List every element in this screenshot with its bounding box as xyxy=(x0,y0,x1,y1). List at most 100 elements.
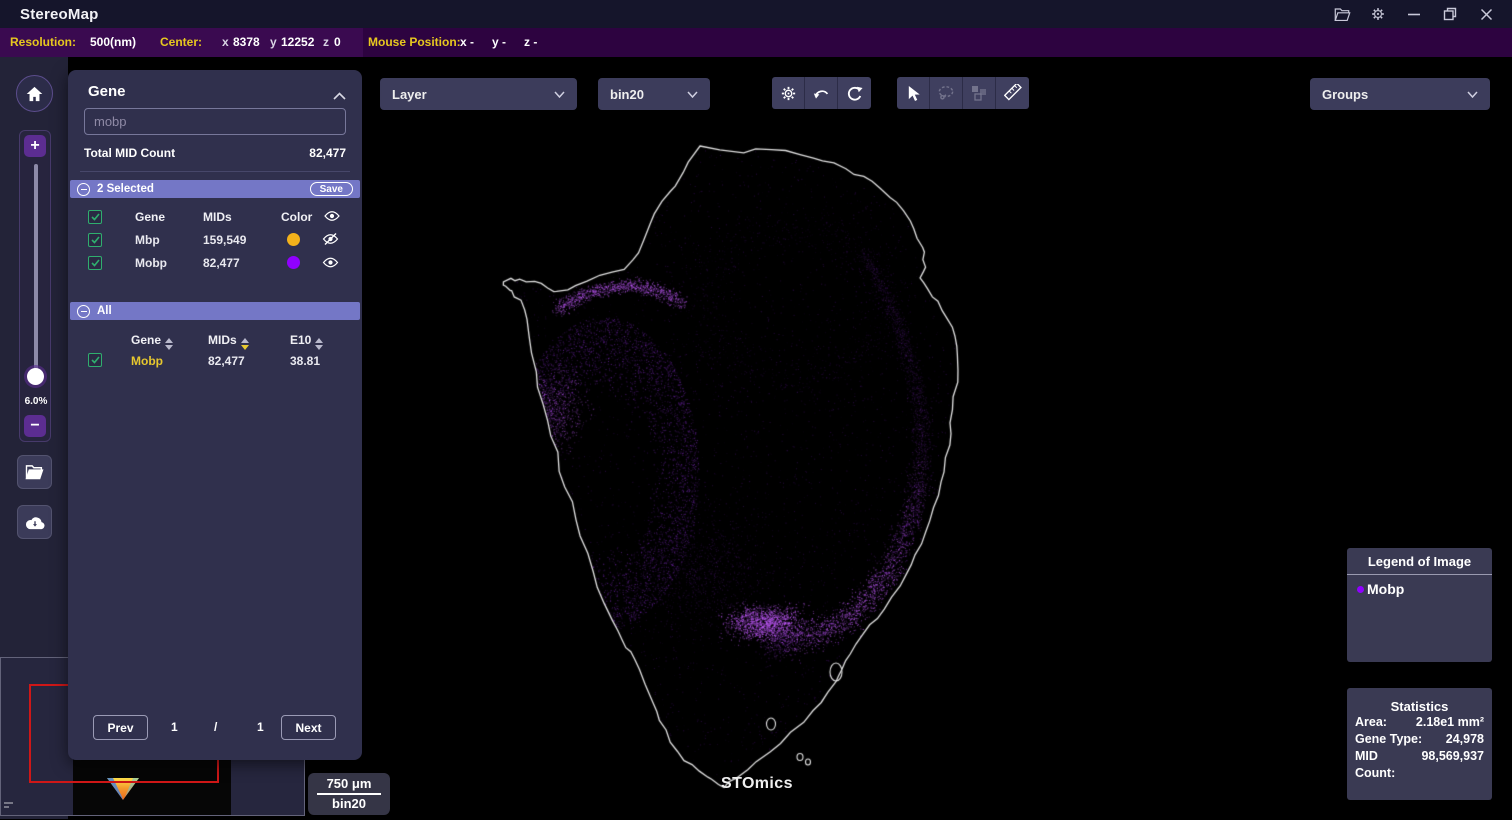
area-value: 2.18e1 mm² xyxy=(1416,714,1484,731)
center-z-label: z xyxy=(323,35,329,49)
group-tool-button[interactable] xyxy=(963,77,996,109)
selected-section-label: 2 Selected xyxy=(97,183,154,195)
all-section-header[interactable]: All xyxy=(70,302,360,320)
visibility-on-icon[interactable] xyxy=(322,256,339,272)
reset-view-button[interactable] xyxy=(838,77,871,109)
next-page-button[interactable]: Next xyxy=(281,715,336,740)
chevron-down-icon xyxy=(554,91,565,98)
total-mid-count-value: 82,477 xyxy=(309,146,346,160)
current-page-number: 1 xyxy=(171,720,178,734)
mouse-position-label: Mouse Position: xyxy=(368,35,461,49)
home-icon xyxy=(26,86,43,102)
title-bar: StereoMap xyxy=(0,0,1512,28)
selected-section-header[interactable]: 2 Selected Save xyxy=(70,180,360,198)
select-all-checkbox[interactable] xyxy=(88,210,102,224)
undo-button[interactable] xyxy=(805,77,838,109)
scale-bar: 750 μm bin20 xyxy=(308,773,390,815)
chevron-down-icon xyxy=(1467,91,1478,98)
collapse-section-icon[interactable] xyxy=(77,305,90,318)
view-tool-group xyxy=(772,77,871,109)
bin-dropdown-value: bin20 xyxy=(610,87,644,102)
gene-color-swatch[interactable] xyxy=(287,233,300,246)
selected-col-mids: MIDs xyxy=(203,210,232,224)
minimap-resize-handle[interactable] xyxy=(3,798,15,810)
app-title: StereoMap xyxy=(20,6,99,23)
scale-bar-length: 750 μm xyxy=(327,777,372,791)
bin-size-dropdown[interactable]: bin20 xyxy=(598,78,710,110)
gene-mids: 82,477 xyxy=(203,256,240,270)
legend-color-dot xyxy=(1357,586,1364,593)
center-x-value: 8378 xyxy=(233,35,260,49)
refresh-icon xyxy=(846,85,863,102)
gene-name: Mbp xyxy=(135,233,160,247)
total-mid-count-row: Total MID Count 82,477 xyxy=(84,146,346,160)
all-col-e10[interactable]: E10 xyxy=(290,333,323,350)
gene-row-checkbox[interactable] xyxy=(88,256,102,270)
display-settings-button[interactable] xyxy=(772,77,805,109)
image-viewer: Layer bin20 xyxy=(363,57,1512,819)
gene-search-input[interactable] xyxy=(84,108,346,135)
gene-color-swatch[interactable] xyxy=(287,256,300,269)
zoom-level-value: 6.0% xyxy=(20,396,52,407)
mid-count-label: MID Count: xyxy=(1355,748,1421,782)
center-z-value: 0 xyxy=(334,35,341,49)
selected-col-color: Color xyxy=(281,210,312,224)
legend-gene-name: Mobp xyxy=(1367,581,1404,597)
statistics-gene-type-row: Gene Type: 24,978 xyxy=(1347,731,1492,748)
groups-dropdown[interactable]: Groups xyxy=(1310,78,1490,110)
save-button[interactable]: Save xyxy=(310,182,353,196)
visibility-off-icon[interactable] xyxy=(322,232,339,249)
open-file-button[interactable] xyxy=(17,455,52,489)
center-y-value: 12252 xyxy=(281,35,314,49)
total-mid-count-label: Total MID Count xyxy=(84,146,175,160)
restore-window-icon[interactable] xyxy=(1440,4,1460,24)
lasso-icon xyxy=(937,85,955,101)
chevron-down-icon xyxy=(687,91,698,98)
gene-row-checkbox[interactable] xyxy=(88,233,102,247)
layer-dropdown[interactable]: Layer xyxy=(380,78,577,110)
all-col-mids[interactable]: MIDs xyxy=(208,333,249,350)
statistics-area-row: Area: 2.18e1 mm² xyxy=(1347,714,1492,731)
close-icon[interactable] xyxy=(1476,4,1496,24)
gene-name[interactable]: Mobp xyxy=(131,354,163,368)
visibility-column-eye-icon xyxy=(324,210,340,225)
zoom-out-button[interactable]: − xyxy=(24,415,46,437)
mouse-y-value: y - xyxy=(492,35,506,49)
home-button[interactable] xyxy=(16,75,53,112)
mouse-x-value: x - xyxy=(460,35,474,49)
undo-arrow-icon xyxy=(813,86,830,101)
zoom-slider-track[interactable] xyxy=(34,164,38,376)
sort-arrows[interactable] xyxy=(165,338,173,350)
sort-arrows-active-desc[interactable] xyxy=(241,338,249,350)
gene-name: Mobp xyxy=(135,256,167,270)
center-y-label: y xyxy=(270,35,277,49)
collapse-section-icon[interactable] xyxy=(77,183,90,196)
open-folder-icon[interactable] xyxy=(1332,4,1352,24)
gene-panel-title: Gene xyxy=(88,83,126,100)
gene-row-checkbox[interactable] xyxy=(88,353,102,367)
status-bar: Resolution: 500(nm) Center: x 8378 y 122… xyxy=(0,28,1512,57)
center-x-label: x xyxy=(222,35,229,49)
all-col-gene[interactable]: Gene xyxy=(131,333,173,350)
group-squares-icon xyxy=(971,85,987,101)
page-separator: / xyxy=(214,720,217,734)
tissue-visualization[interactable] xyxy=(363,57,1512,819)
gene-mids: 82,477 xyxy=(208,354,245,368)
collapse-panel-button[interactable] xyxy=(333,87,346,105)
ruler-icon xyxy=(1004,84,1022,102)
sort-arrows[interactable] xyxy=(315,338,323,350)
resolution-label: Resolution: xyxy=(10,35,76,49)
lasso-tool-button[interactable] xyxy=(930,77,963,109)
zoom-slider-thumb[interactable] xyxy=(27,368,44,385)
minimize-icon[interactable] xyxy=(1404,4,1424,24)
settings-gear-icon[interactable] xyxy=(1368,4,1388,24)
cloud-download-icon xyxy=(25,515,45,530)
measure-tool-button[interactable] xyxy=(996,77,1029,109)
pointer-tool-button[interactable] xyxy=(897,77,930,109)
prev-page-button[interactable]: Prev xyxy=(93,715,148,740)
cloud-download-button[interactable] xyxy=(17,505,52,539)
scale-bar-line xyxy=(317,793,381,795)
statistics-title: Statistics xyxy=(1347,688,1492,714)
gene-type-label: Gene Type: xyxy=(1355,731,1422,748)
zoom-in-button[interactable]: + xyxy=(24,135,46,157)
